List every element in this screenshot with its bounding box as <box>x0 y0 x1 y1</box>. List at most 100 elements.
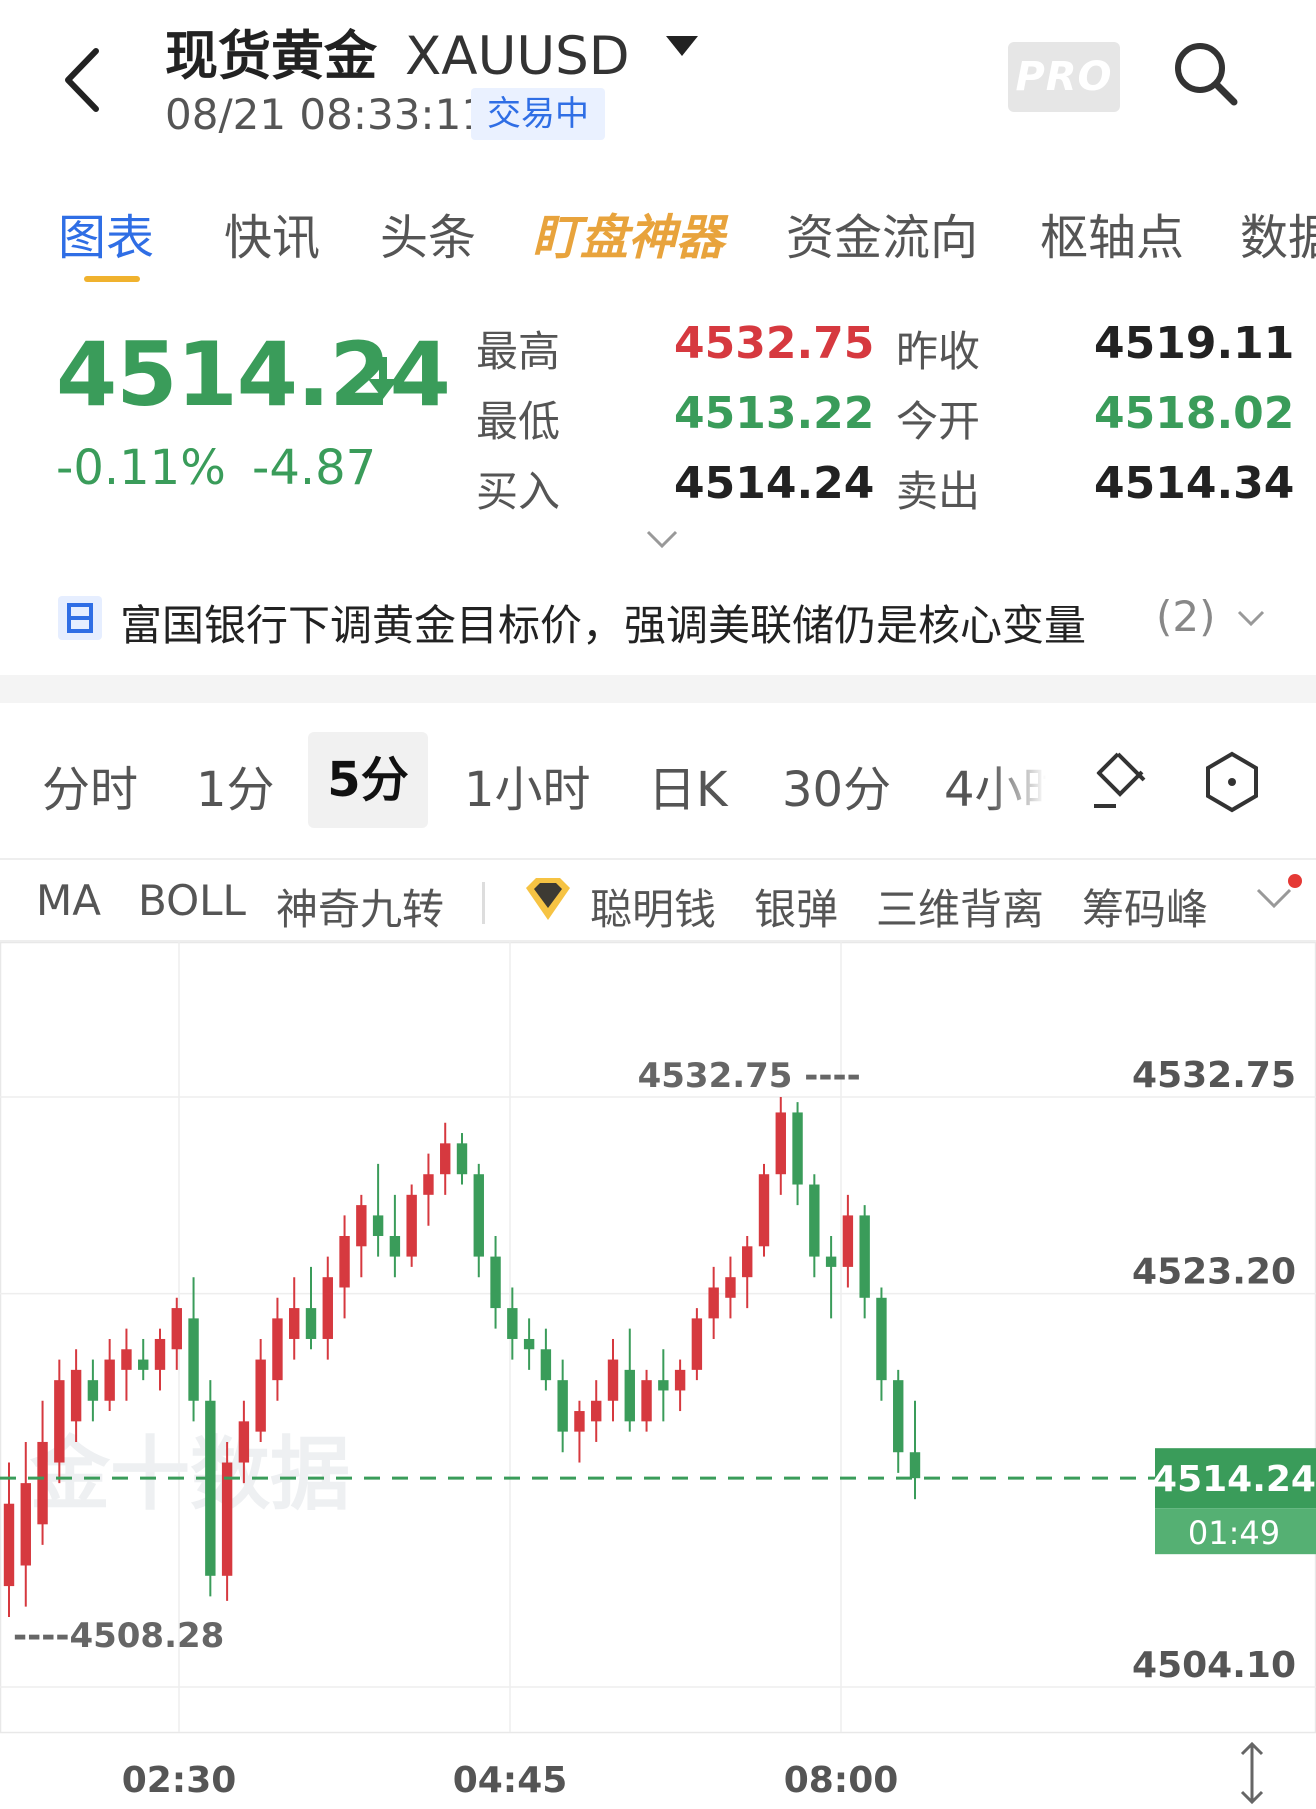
candle-body <box>624 1369 635 1422</box>
trading-status-badge: 交易中 <box>471 88 605 140</box>
indicator-boll[interactable]: BOLL <box>138 876 246 925</box>
candle-body <box>138 1359 149 1370</box>
watermark: 金十数据 <box>29 1428 350 1521</box>
chevron-down-icon[interactable] <box>1236 608 1266 630</box>
indicator-3d-divergence[interactable]: 三维背离 <box>876 876 1044 937</box>
bid-label: 买入 <box>476 467 561 516</box>
candle-body <box>121 1349 132 1370</box>
candles <box>3 1097 921 1617</box>
x-tick-label: 04:45 <box>453 1760 568 1801</box>
candle-body <box>490 1256 501 1309</box>
indicator-td9[interactable]: 神奇九转 <box>276 876 444 937</box>
search-icon[interactable] <box>1170 38 1240 108</box>
candle-body <box>456 1143 468 1175</box>
candle-body <box>540 1349 552 1381</box>
instrument-symbol: XAUUSD <box>405 26 630 87</box>
indicator-chip-peak[interactable]: 筹码峰 <box>1082 876 1208 937</box>
high-value: 4532.75 <box>674 318 875 369</box>
candle-body <box>3 1503 15 1587</box>
open-value: 4518.02 <box>1094 388 1295 439</box>
ask-value: 4514.34 <box>1094 458 1295 509</box>
crosshair-cursor-icon[interactable] <box>1224 1740 1280 1806</box>
drawing-tool-icon[interactable] <box>1090 748 1150 812</box>
back-arrow-icon[interactable] <box>58 45 106 115</box>
candle-body <box>205 1400 216 1576</box>
active-tab-indicator <box>84 276 140 282</box>
change-amount: -4.87 <box>252 440 377 496</box>
candle-body <box>809 1184 820 1257</box>
period-30min[interactable]: 30分 <box>782 750 891 820</box>
news-headline[interactable]: 富国银行下调黄金目标价，强调美联储仍是核心变量 <box>120 592 1086 653</box>
open-label: 今开 <box>896 397 981 446</box>
candle-body <box>305 1308 317 1339</box>
chevron-down-icon[interactable] <box>1254 884 1294 914</box>
high-label: 最高 <box>476 327 561 376</box>
divider <box>0 858 1316 860</box>
candle-body <box>758 1174 770 1247</box>
period-timeshare[interactable]: 分时 <box>42 750 138 820</box>
instrument-name: 现货黄金 <box>165 26 377 87</box>
tab-capital-flow[interactable]: 资金流向 <box>786 198 978 268</box>
quote-time: 08/21 08:33:11 <box>165 90 489 139</box>
tab-watch-tool[interactable]: 盯盘神器 <box>532 198 724 268</box>
candle-body <box>54 1380 65 1463</box>
period-1hour[interactable]: 1小时 <box>464 750 591 820</box>
candle-body <box>725 1277 736 1298</box>
candle-body <box>708 1287 719 1319</box>
candle-body <box>893 1380 904 1453</box>
period-fade <box>990 740 1070 820</box>
y-tick-label: 4532.75 <box>1132 1055 1296 1096</box>
candle-body <box>356 1205 367 1247</box>
indicator-ma[interactable]: MA <box>36 876 101 925</box>
tab-chart[interactable]: 图表 <box>58 198 154 268</box>
indicator-smart-money[interactable]: 聪明钱 <box>590 876 716 937</box>
period-daily[interactable]: 日K <box>648 750 727 820</box>
indicator-divider <box>482 882 485 924</box>
candle-body <box>876 1297 887 1381</box>
tab-flash-news[interactable]: 快讯 <box>224 198 320 268</box>
tab-headlines[interactable]: 头条 <box>380 198 476 268</box>
bid-value: 4514.24 <box>674 458 875 509</box>
low-value: 4513.22 <box>674 388 875 439</box>
candle-body <box>389 1236 401 1257</box>
candle-body <box>339 1236 350 1288</box>
indicator-silver-bullet[interactable]: 银弹 <box>754 876 838 937</box>
candle-body <box>473 1174 484 1257</box>
y-tick-label: 4504.10 <box>1132 1645 1296 1686</box>
candle-body <box>909 1452 921 1479</box>
candle-body <box>607 1359 619 1401</box>
candle-body <box>104 1359 115 1401</box>
tab-data-clip: 数据 <box>1240 198 1316 268</box>
candle-body <box>825 1256 837 1267</box>
candle-body <box>87 1380 99 1401</box>
candle-body <box>775 1112 786 1175</box>
candle-body <box>154 1338 166 1370</box>
candle-body <box>322 1277 333 1339</box>
candle-body <box>674 1369 686 1391</box>
period-1min[interactable]: 1分 <box>196 750 275 820</box>
news-count[interactable]: (2) <box>1156 592 1216 641</box>
pro-button[interactable]: PRO <box>1008 42 1120 112</box>
diamond-icon <box>526 878 570 920</box>
candle-body <box>842 1215 854 1267</box>
candle-body <box>37 1441 48 1525</box>
x-tick-label: 08:00 <box>784 1760 899 1801</box>
min-price-label: ----4508.28 <box>13 1616 224 1656</box>
instrument-title[interactable]: 现货黄金 XAUUSD <box>165 14 630 90</box>
tab-data[interactable]: 数据 <box>1240 198 1316 268</box>
candle-body <box>859 1215 870 1298</box>
candlestick-chart[interactable]: 4532.75 4523.20 4504.10 02:30 04:45 08:00 金十数… <box>0 942 1316 1809</box>
dropdown-caret-icon[interactable] <box>666 36 698 56</box>
candle-body <box>523 1338 535 1350</box>
candle-body <box>557 1380 568 1432</box>
chevron-down-icon[interactable] <box>644 528 680 552</box>
y-tick-label: 4523.20 <box>1132 1252 1296 1293</box>
tab-pivot-points[interactable]: 枢轴点 <box>1040 198 1184 268</box>
candle-body <box>423 1174 434 1195</box>
candle-body <box>742 1246 753 1278</box>
candle-body <box>238 1421 250 1463</box>
candle-body <box>255 1359 266 1432</box>
settings-hexagon-icon[interactable] <box>1200 750 1264 814</box>
period-5min[interactable]: 5分 <box>308 732 428 828</box>
candle-body <box>372 1215 384 1237</box>
